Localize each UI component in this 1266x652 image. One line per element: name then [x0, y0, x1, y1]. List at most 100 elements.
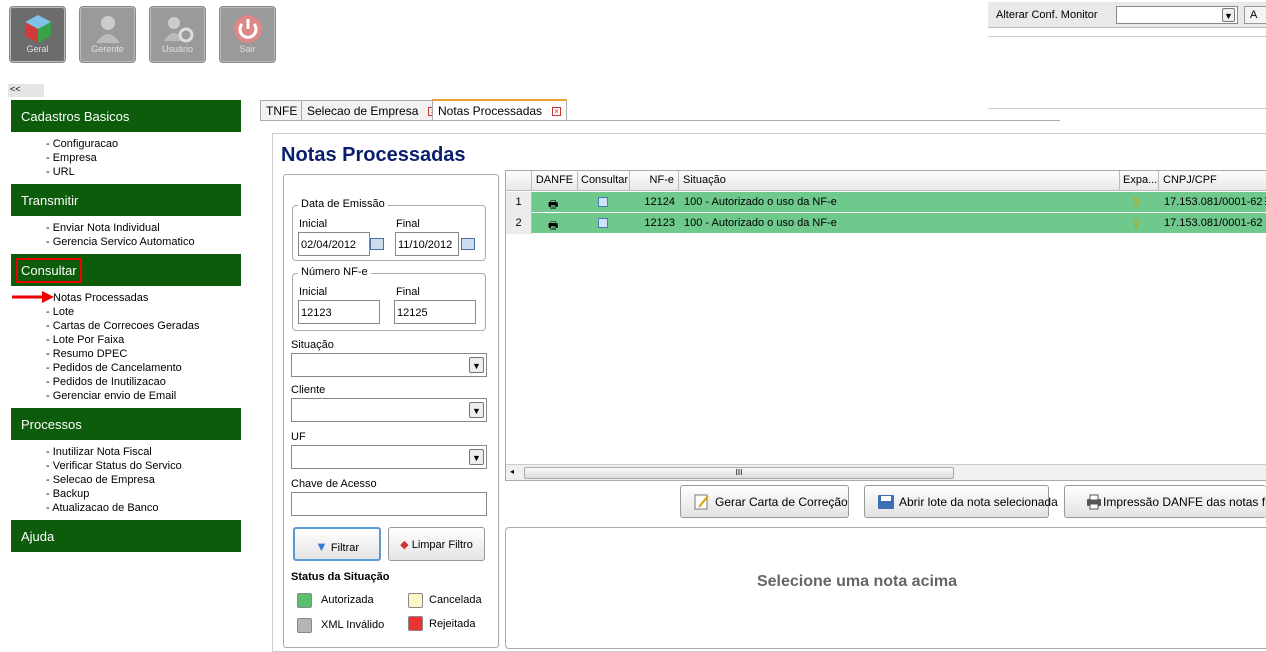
cliente-label: Cliente: [291, 384, 326, 396]
menu-item-pedidos-inutilizacao[interactable]: - Pedidos de Inutilizacao: [46, 376, 166, 388]
tab-tnfe[interactable]: TNFE: [260, 100, 304, 120]
nfe-end-field[interactable]: 12125: [394, 300, 476, 324]
menu-item-lote-por-faixa[interactable]: - Lote Por Faixa: [46, 334, 124, 346]
table-row[interactable]: 2 🖶 12123 100 - Autorizado o uso da NF-e…: [506, 213, 1266, 234]
cliente-select[interactable]: ▼: [291, 398, 487, 422]
sair-label: Sair: [239, 44, 256, 54]
menu-item-notas-processadas[interactable]: Notas Processadas: [53, 292, 148, 304]
menu-item-pedidos-cancelamento[interactable]: - Pedidos de Cancelamento: [46, 362, 182, 374]
date-legend: Data de Emissão: [298, 198, 388, 210]
uf-label: UF: [291, 431, 306, 443]
magnifier-icon[interactable]: ⚲: [1132, 213, 1146, 234]
scroll-thumb[interactable]: III: [524, 467, 954, 479]
usuario-button[interactable]: Usuário: [149, 6, 206, 63]
grid-header-nfe[interactable]: NF-e: [630, 171, 679, 191]
row-situacao: 100 - Autorizado o uso da NF-e: [684, 196, 837, 208]
scroll-left-icon[interactable]: ◂: [510, 467, 514, 476]
situacao-select[interactable]: ▼: [291, 353, 487, 377]
menu-item-gerencia-servico[interactable]: - Gerencia Servico Automatico: [46, 236, 195, 248]
section-ajuda[interactable]: Ajuda: [11, 520, 241, 552]
menu-item-inutilizar-nota[interactable]: - Inutilizar Nota Fiscal: [46, 446, 152, 458]
eraser-icon: ◆: [400, 539, 409, 551]
grid-header-danfe[interactable]: DANFE: [532, 171, 578, 191]
situacao-label: Situação: [291, 339, 334, 351]
status-swatch-rejeitada: [408, 616, 423, 631]
chevron-down-icon: ▼: [1222, 8, 1235, 22]
status-swatch-autorizada: [297, 593, 312, 608]
section-cadastros-basicos[interactable]: Cadastros Basicos: [11, 100, 241, 132]
menu-item-selecao-empresa[interactable]: - Selecao de Empresa: [46, 474, 155, 486]
monitor-apply-button[interactable]: A: [1244, 6, 1266, 24]
calendar-icon[interactable]: [370, 238, 384, 250]
menu-item-gerenciar-email[interactable]: - Gerenciar envio de Email: [46, 390, 176, 402]
limpar-filtro-button[interactable]: ◆ Limpar Filtro: [388, 527, 485, 561]
date-end-field[interactable]: 11/10/2012: [395, 232, 459, 256]
status-swatch-xml-invalido: [297, 618, 312, 633]
menu-item-empresa[interactable]: - Empresa: [46, 152, 97, 164]
table-row[interactable]: 1 🖶 12124 100 - Autorizado o uso da NF-e…: [506, 192, 1266, 213]
menu-item-resumo-dpec[interactable]: - Resumo DPEC: [46, 348, 127, 360]
detail-panel: Selecione uma nota acima: [505, 527, 1266, 649]
status-label-autorizada: Autorizada: [321, 594, 374, 606]
abrir-lote-button[interactable]: Abrir lote da nota selecionada: [864, 485, 1058, 518]
printer-icon: [1087, 494, 1101, 510]
close-tab-icon[interactable]: ×: [552, 107, 562, 116]
chave-field[interactable]: [291, 492, 487, 516]
page-title: Notas Processadas: [281, 144, 466, 166]
grid-header-situacao[interactable]: Situação: [679, 171, 1120, 191]
menu-item-atualizacao-banco[interactable]: - Atualizacao de Banco: [46, 502, 159, 514]
calendar-icon[interactable]: [461, 238, 475, 250]
manager-icon: [96, 16, 120, 43]
menu-item-enviar-nota[interactable]: - Enviar Nota Individual: [46, 222, 160, 234]
divider: [988, 36, 1266, 37]
chevron-down-icon: ▼: [469, 449, 484, 465]
filtrar-label: Filtrar: [330, 542, 360, 554]
status-swatch-cancelada: [408, 593, 423, 608]
uf-select[interactable]: ▼: [291, 445, 487, 469]
notas-grid: DANFE Consultar NF-e Situação Expa... CN…: [505, 170, 1266, 481]
collapse-sidebar-button[interactable]: <<: [8, 84, 44, 97]
printer-icon[interactable]: 🖶: [548, 192, 564, 213]
date-end-label: Final: [396, 218, 420, 230]
nfe-start-label: Inicial: [299, 286, 328, 298]
menu-item-backup[interactable]: - Backup: [46, 488, 89, 500]
grid-header-expandir[interactable]: Expa...: [1120, 171, 1159, 191]
horizontal-scrollbar[interactable]: ◂ III: [506, 464, 1266, 480]
row-overflow-marker: ⋮: [1261, 196, 1266, 206]
menu-item-cartas-correcoes[interactable]: - Cartas de Correcoes Geradas: [46, 320, 199, 332]
consult-icon[interactable]: [598, 192, 612, 213]
status-title: Status da Situação: [291, 571, 390, 583]
row-cnpj: 17.153.081/0001-62: [1164, 196, 1263, 208]
section-consultar[interactable]: Consultar: [11, 254, 241, 286]
chave-label: Chave de Acesso: [291, 478, 377, 490]
tab-notas-processadas[interactable]: Notas Processadas ×: [432, 99, 568, 120]
monitor-label: Alterar Conf. Monitor: [996, 9, 1098, 21]
grid-header-cnpj[interactable]: CNPJ/CPF: [1159, 171, 1266, 191]
gerente-button[interactable]: Gerente: [79, 6, 136, 63]
monitor-select[interactable]: ▼: [1116, 6, 1238, 24]
filter-icon: ▼: [314, 539, 328, 554]
sair-button[interactable]: Sair: [219, 6, 276, 63]
menu-item-lote[interactable]: - Lote: [46, 306, 74, 318]
consult-icon[interactable]: [598, 213, 612, 234]
section-processos[interactable]: Processos: [11, 408, 241, 440]
menu-item-url[interactable]: - URL: [46, 166, 75, 178]
filtrar-button[interactable]: ▼ Filtrar: [293, 527, 381, 561]
nfe-start-field[interactable]: 12123: [298, 300, 380, 324]
gerar-carta-button[interactable]: Gerar Carta de Correção: [680, 485, 849, 518]
geral-button[interactable]: Geral: [9, 6, 66, 63]
users-gear-icon: [164, 17, 194, 43]
printer-icon[interactable]: 🖶: [548, 213, 564, 234]
gerente-label: Gerente: [91, 44, 124, 54]
menu-item-configuracao[interactable]: - Configuracao: [46, 138, 118, 150]
date-start-field[interactable]: 02/04/2012: [298, 232, 370, 256]
row-cnpj: 17.153.081/0001-62: [1164, 217, 1263, 229]
grid-header-consultar[interactable]: Consultar: [578, 171, 630, 191]
impressao-danfe-label: Impressão DANFE das notas filtr: [1103, 495, 1266, 509]
impressao-danfe-button[interactable]: Impressão DANFE das notas filtr: [1064, 485, 1266, 518]
section-transmitir[interactable]: Transmitir: [11, 184, 241, 216]
menu-item-verificar-status[interactable]: - Verificar Status do Servico: [46, 460, 182, 472]
magnifier-icon[interactable]: ⚲: [1132, 192, 1146, 213]
chevron-down-icon: ▼: [469, 357, 484, 373]
tab-selecao-empresa[interactable]: Selecao de Empresa×: [301, 100, 444, 120]
